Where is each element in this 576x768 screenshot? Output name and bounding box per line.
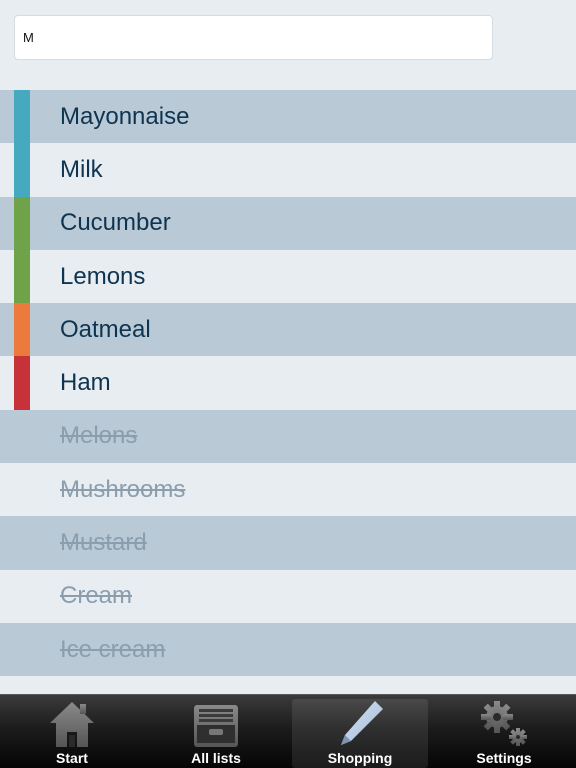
tab-label: All lists [191,750,241,766]
list-item[interactable]: Lemons [0,249,576,304]
item-label: Mushrooms [60,475,186,503]
item-label: Cucumber [60,209,171,237]
category-color-stripe [14,90,30,144]
search-bar [14,15,493,60]
tab-label: Start [56,750,88,766]
tab-label: Shopping [327,750,393,766]
tab-start[interactable]: Start [0,695,144,768]
list-item-partial [0,676,576,694]
tab-shopping[interactable]: Shopping [288,695,432,768]
app-window: Mayonnaise Milk Cucumber Lemons Oatmeal … [0,0,576,768]
tab-label: Settings [476,750,532,766]
category-color-stripe [14,356,30,410]
list-item-checked[interactable]: Cream [0,569,576,623]
list-item[interactable]: Mayonnaise [0,90,576,144]
house-icon [44,698,100,750]
list-item-checked[interactable]: Melons [0,409,576,464]
item-label: Ham [60,369,111,397]
list-item[interactable]: Milk [0,143,576,197]
list-item[interactable]: Ham [0,356,576,410]
shopping-list[interactable]: Mayonnaise Milk Cucumber Lemons Oatmeal … [0,90,576,694]
item-label: Milk [60,155,103,183]
category-color-stripe [14,303,30,357]
list-item-checked[interactable]: Ice cream [0,622,576,677]
item-label: Lemons [60,262,146,290]
tab-all-lists[interactable]: All lists [144,695,288,768]
list-item-checked[interactable]: Mustard [0,516,576,570]
category-color-stripe [14,249,30,304]
inbox-tray-icon [188,698,244,750]
item-label: Mayonnaise [60,102,190,130]
item-label: Oatmeal [60,315,151,343]
item-label: Ice cream [60,635,166,663]
item-label: Mustard [60,529,147,557]
gears-icon [476,698,532,750]
pencil-icon [332,698,388,750]
item-label: Melons [60,422,138,450]
list-item-checked[interactable]: Mushrooms [0,463,576,517]
category-color-stripe [14,196,30,250]
tab-bar: Start All lists Shopping Settings [0,694,576,768]
search-input[interactable] [14,15,493,60]
tab-settings[interactable]: Settings [432,695,576,768]
list-item[interactable]: Cucumber [0,196,576,250]
category-color-stripe [14,143,30,197]
item-label: Cream [60,582,133,610]
list-item[interactable]: Oatmeal [0,303,576,357]
